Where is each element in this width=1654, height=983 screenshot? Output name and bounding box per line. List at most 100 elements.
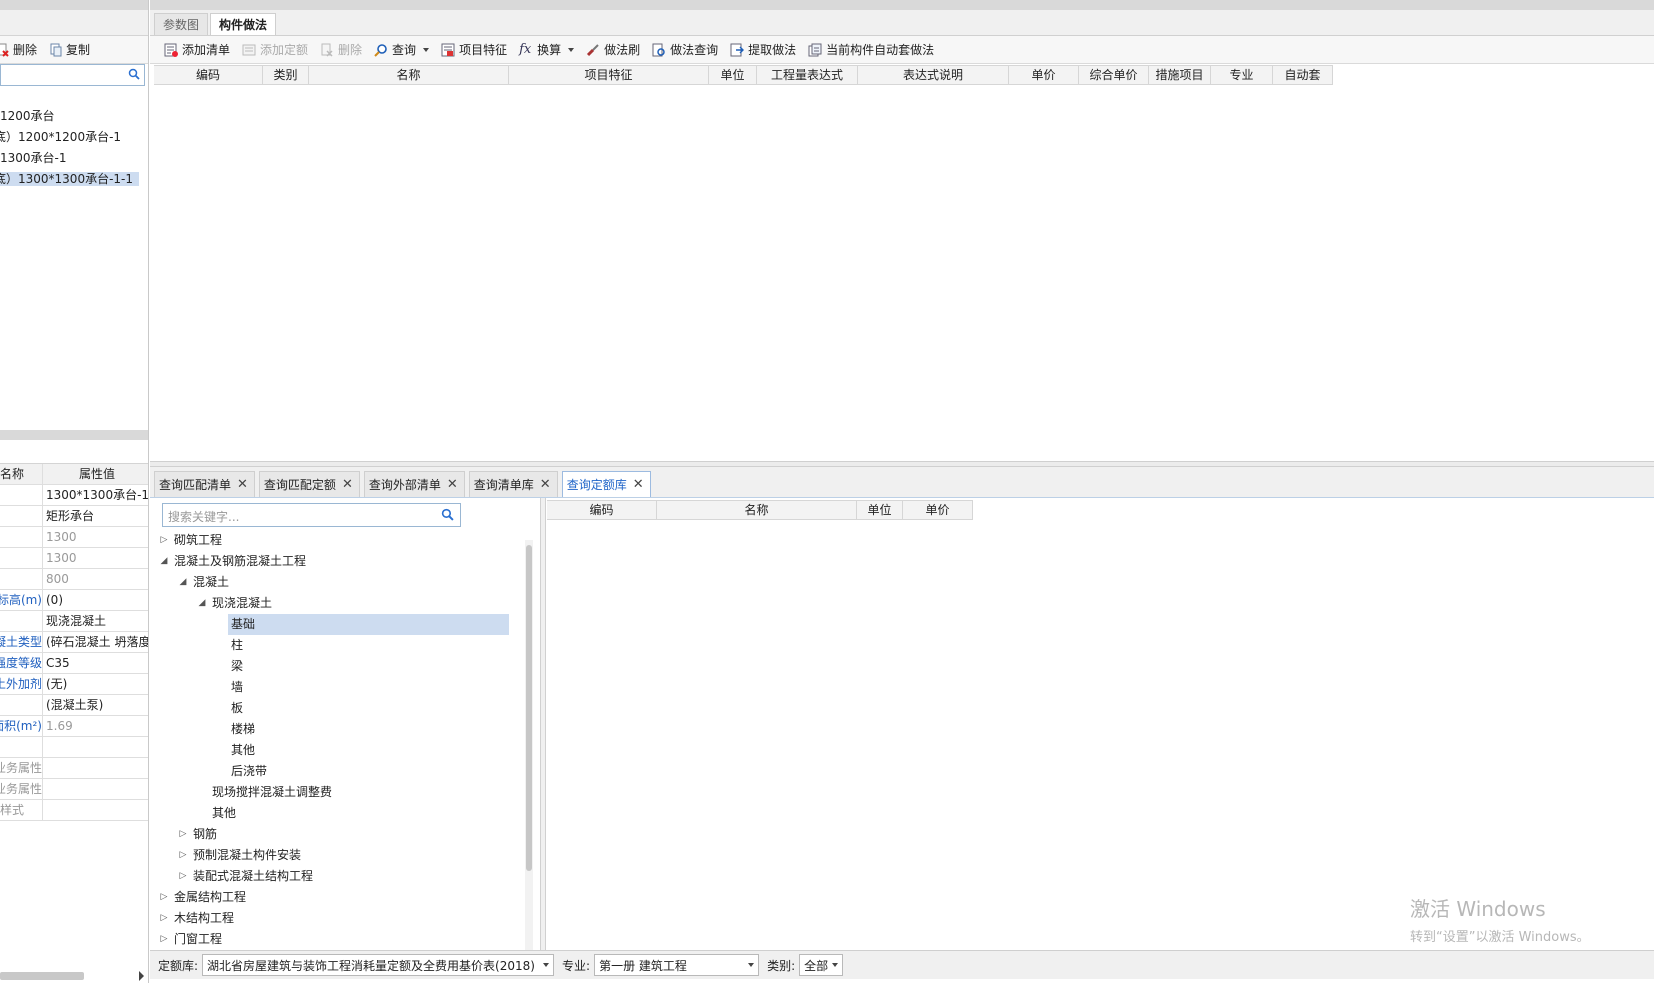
delete-method-button[interactable]: 删除 <box>314 41 368 58</box>
close-icon[interactable]: ✕ <box>540 478 551 491</box>
tree-item[interactable]: ▷ 木结构工程 <box>157 908 525 929</box>
collapse-arrow-icon[interactable]: ◢ <box>197 593 207 614</box>
property-row[interactable]: 截面面积(m²)1.69 <box>0 716 148 737</box>
property-value[interactable]: (无) <box>43 674 148 694</box>
component-tree-item[interactable]: 底）1200*1200承台-1 <box>0 127 148 148</box>
left-splitter[interactable] <box>0 430 148 440</box>
tab-query-external-list[interactable]: 查询外部清单 ✕ <box>363 471 465 497</box>
property-row[interactable]: 业务属性 <box>0 758 148 779</box>
tree-item-selected[interactable]: 基础 <box>157 614 525 635</box>
property-row[interactable]: 现浇混凝土 <box>0 611 148 632</box>
property-value[interactable] <box>43 737 148 757</box>
property-value[interactable]: (0) <box>43 590 148 610</box>
tab-query-matched-quota[interactable]: 查询匹配定额 ✕ <box>258 471 360 497</box>
search-icon[interactable] <box>441 508 454 524</box>
tree-item[interactable]: ▷ 钢筋 <box>157 824 525 845</box>
property-row[interactable]: 1300 <box>0 548 148 569</box>
tree-item[interactable]: 其他 <box>157 740 525 761</box>
tab-query-quota-library[interactable]: 查询定额库 ✕ <box>561 471 651 497</box>
copy-button[interactable]: 复制 <box>49 41 96 58</box>
column-header[interactable]: 编码 <box>547 501 657 519</box>
left-horizontal-scrollbar[interactable] <box>0 972 84 980</box>
tree-item[interactable]: ◢ 现浇混凝土 <box>157 593 525 614</box>
component-tree-item[interactable]: 1200承台 <box>0 106 148 127</box>
expand-arrow-icon[interactable]: ▷ <box>159 887 169 908</box>
column-header[interactable]: 专业 <box>1211 66 1273 84</box>
major-select[interactable]: 第一册 建筑工程 <box>594 954 760 976</box>
component-tree-item[interactable]: 1300承台-1 <box>0 148 148 169</box>
expand-arrow-icon[interactable]: ▷ <box>178 845 188 866</box>
property-row[interactable]: (混凝土泵) <box>0 695 148 716</box>
auto-apply-button[interactable]: 当前构件自动套做法 <box>802 41 940 58</box>
column-header[interactable]: 单价 <box>1009 66 1079 84</box>
tree-item[interactable]: ▷ 砌筑工程 <box>157 530 525 551</box>
tree-item[interactable]: ▷ 门窗工程 <box>157 929 525 950</box>
property-value[interactable] <box>43 758 148 778</box>
tree-item[interactable]: ◢ 混凝土 <box>157 572 525 593</box>
column-header[interactable]: 编码 <box>154 66 263 84</box>
method-grid-body[interactable] <box>154 86 1654 460</box>
close-icon[interactable]: ✕ <box>237 478 248 491</box>
tree-item[interactable]: ▷ 金属结构工程 <box>157 887 525 908</box>
add-quota-button[interactable]: 添加定额 <box>236 41 314 58</box>
property-value[interactable]: 现浇混凝土 <box>43 611 148 631</box>
column-header[interactable]: 类别 <box>263 66 309 84</box>
method-query-button[interactable]: 做法查询 <box>646 41 724 58</box>
property-row[interactable]: 矩形承台 <box>0 506 148 527</box>
column-header[interactable]: 表达式说明 <box>858 66 1009 84</box>
collapse-arrow-icon[interactable]: ◢ <box>159 551 169 572</box>
property-row[interactable]: 混凝土外加剂(无) <box>0 674 148 695</box>
property-row[interactable] <box>0 737 148 758</box>
property-value[interactable]: 1.69 <box>43 716 148 736</box>
convert-button[interactable]: fx 换算 <box>513 41 580 58</box>
property-value[interactable]: 800 <box>43 569 148 589</box>
tree-item[interactable]: ▷ 装配式混凝土结构工程 <box>157 866 525 887</box>
property-row[interactable]: 混凝土类型(碎石混凝土 坍落度 <box>0 632 148 653</box>
close-icon[interactable]: ✕ <box>342 478 353 491</box>
tree-item[interactable]: ◢ 混凝土及钢筋混凝土工程 <box>157 551 525 572</box>
property-value[interactable]: 1300 <box>43 527 148 547</box>
property-value[interactable]: 1300*1300承台-1-1 <box>43 485 148 505</box>
column-header[interactable]: 措施项目 <box>1149 66 1211 84</box>
add-list-button[interactable]: 添加清单 <box>158 41 236 58</box>
category-select[interactable]: 全部 <box>799 954 844 976</box>
tree-item[interactable]: 板 <box>157 698 525 719</box>
column-header[interactable]: 自动套 <box>1273 66 1333 84</box>
property-row[interactable]: 样式 <box>0 800 148 821</box>
tab-component-method[interactable]: 构件做法 <box>210 13 277 35</box>
expand-arrow-icon[interactable]: ▷ <box>159 908 169 929</box>
property-row[interactable]: 1300 <box>0 527 148 548</box>
tab-query-list-library[interactable]: 查询清单库 ✕ <box>468 471 558 497</box>
expand-arrow-icon[interactable]: ▷ <box>159 530 169 551</box>
extract-method-button[interactable]: 提取做法 <box>724 41 802 58</box>
query-button[interactable]: 查询 <box>368 41 435 58</box>
property-value[interactable]: 1300 <box>43 548 148 568</box>
column-header[interactable]: 单位 <box>857 501 903 519</box>
delete-button[interactable]: 删除 <box>0 41 43 58</box>
expand-arrow-icon[interactable]: ▷ <box>178 824 188 845</box>
tree-item[interactable]: 现场搅拌混凝土调整费 <box>157 782 525 803</box>
tree-item[interactable]: 楼梯 <box>157 719 525 740</box>
tree-item[interactable]: 后浇带 <box>157 761 525 782</box>
item-feature-button[interactable]: 项目特征 <box>435 41 513 58</box>
property-row[interactable]: 混凝土强度等级C35 <box>0 653 148 674</box>
property-value[interactable] <box>43 800 148 820</box>
column-header[interactable]: 单价 <box>903 501 973 519</box>
property-value[interactable]: C35 <box>43 653 148 673</box>
column-header[interactable]: 名称 <box>657 501 857 519</box>
tree-item[interactable]: 其他 <box>157 803 525 824</box>
property-value[interactable]: 矩形承台 <box>43 506 148 526</box>
tree-item[interactable]: 墙 <box>157 677 525 698</box>
property-row[interactable]: 800 <box>0 569 148 590</box>
search-icon[interactable] <box>128 68 140 83</box>
collapse-arrow-icon[interactable]: ◢ <box>178 572 188 593</box>
quota-tree-scroll-thumb[interactable] <box>526 545 532 871</box>
tab-parameter-diagram[interactable]: 参数图 <box>154 13 209 35</box>
left-search-input[interactable] <box>0 64 145 86</box>
method-brush-button[interactable]: 做法刷 <box>580 41 646 58</box>
close-icon[interactable]: ✕ <box>447 478 458 491</box>
column-header[interactable]: 单位 <box>709 66 757 84</box>
close-icon[interactable]: ✕ <box>633 478 644 491</box>
property-row[interactable]: 业务属性 <box>0 779 148 800</box>
column-header[interactable]: 综合单价 <box>1079 66 1149 84</box>
